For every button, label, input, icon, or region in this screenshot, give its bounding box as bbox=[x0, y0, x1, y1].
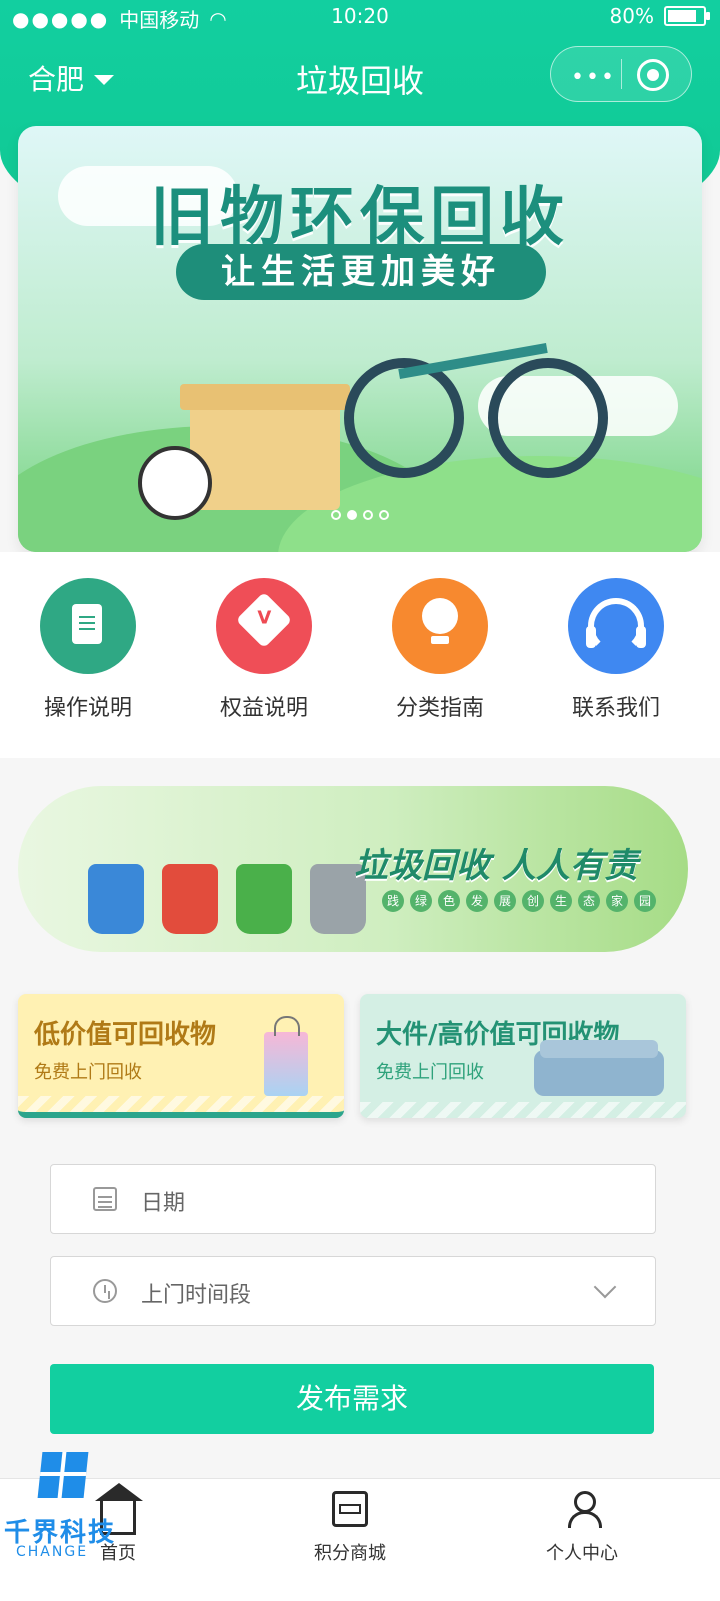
carousel-dot[interactable] bbox=[363, 510, 373, 520]
carousel-dot-active[interactable] bbox=[347, 510, 357, 520]
time-slot-placeholder: 上门时间段 bbox=[141, 1283, 252, 1308]
date-field[interactable]: 日期 bbox=[50, 1164, 656, 1234]
shortcut-instructions[interactable]: 操作说明 bbox=[18, 578, 158, 722]
banner-carousel[interactable]: 旧物环保回收 让生活更加美好 bbox=[18, 126, 702, 552]
recycle-box-illustration bbox=[180, 384, 350, 510]
shortcut-label: 联系我们 bbox=[571, 696, 660, 721]
bicycle-wheel bbox=[488, 358, 608, 478]
watermark-logo-icon bbox=[37, 1452, 89, 1498]
slogan-subtitle: 践 绿 色 发 展 创 生 态 家 园 bbox=[382, 890, 656, 912]
close-target-icon[interactable] bbox=[637, 59, 669, 91]
more-icon[interactable]: ••• bbox=[571, 65, 616, 90]
shortcut-benefits[interactable]: 权益说明 bbox=[194, 578, 334, 722]
watermark-subtext: CHANGE bbox=[16, 1544, 89, 1560]
low-value-recyclables-card[interactable]: 低价值可回收物 免费上门回收 bbox=[18, 994, 344, 1118]
store-icon bbox=[332, 1491, 368, 1527]
publish-request-button[interactable]: 发布需求 bbox=[50, 1364, 654, 1434]
battery-level: 80% bbox=[609, 4, 654, 28]
calendar-icon bbox=[93, 1187, 117, 1211]
carousel-dot[interactable] bbox=[331, 510, 341, 520]
card-stripe bbox=[360, 1102, 686, 1118]
slogan-char: 生 bbox=[550, 890, 572, 912]
slogan-char: 态 bbox=[578, 890, 600, 912]
tab-points-mall[interactable]: 积分商城 bbox=[290, 1491, 410, 1565]
date-placeholder: 日期 bbox=[141, 1191, 186, 1216]
tab-label: 个人中心 bbox=[546, 1543, 618, 1564]
tab-label: 积分商城 bbox=[314, 1543, 386, 1564]
chevron-down-icon bbox=[593, 1275, 617, 1299]
carousel-dot[interactable] bbox=[379, 510, 389, 520]
card-stripe bbox=[18, 1096, 344, 1112]
nav-bar: 合肥 垃圾回收 ••• bbox=[0, 40, 720, 110]
slogan-char: 家 bbox=[606, 890, 628, 912]
soccer-ball-illustration bbox=[138, 446, 212, 520]
slogan-char: 发 bbox=[466, 890, 488, 912]
tab-profile[interactable]: 个人中心 bbox=[522, 1491, 642, 1565]
recyclable-bin bbox=[88, 864, 144, 934]
slogan-char: 园 bbox=[634, 890, 656, 912]
shortcut-grid: 操作说明 权益说明 分类指南 联系我们 bbox=[0, 552, 720, 758]
kitchen-bin bbox=[236, 864, 292, 934]
clock-icon bbox=[93, 1279, 117, 1303]
hazardous-bin bbox=[162, 864, 218, 934]
trash-bins-illustration bbox=[88, 864, 366, 934]
slogan-char: 践 bbox=[382, 890, 404, 912]
battery-icon bbox=[664, 6, 710, 26]
slogan-title: 垃圾回收 人人有责 bbox=[354, 846, 638, 886]
watermark: 千界科技 CHANGE bbox=[0, 1452, 140, 1600]
shopping-bag-icon bbox=[264, 1016, 308, 1096]
mini-program-capsule: ••• bbox=[550, 46, 692, 102]
sofa-icon bbox=[534, 1040, 664, 1096]
high-value-recyclables-card[interactable]: 大件/高价值可回收物 免费上门回收 bbox=[360, 994, 686, 1118]
shortcut-label: 操作说明 bbox=[43, 696, 132, 721]
slogan-char: 绿 bbox=[410, 890, 432, 912]
lightbulb-icon bbox=[392, 578, 488, 674]
slogan-char: 展 bbox=[494, 890, 516, 912]
carousel-indicator bbox=[18, 510, 702, 520]
time-slot-select[interactable]: 上门时间段 bbox=[50, 1256, 656, 1326]
card-subtitle: 免费上门回收 bbox=[376, 1062, 484, 1083]
slogan-char: 创 bbox=[522, 890, 544, 912]
person-icon bbox=[564, 1491, 602, 1528]
slogan-char: 色 bbox=[438, 890, 460, 912]
badge-icon bbox=[216, 578, 312, 674]
shortcut-sorting-guide[interactable]: 分类指南 bbox=[370, 578, 510, 722]
shortcut-label: 分类指南 bbox=[395, 696, 484, 721]
slogan-banner: 垃圾回收 人人有责 践 绿 色 发 展 创 生 态 家 园 bbox=[18, 786, 688, 952]
shortcut-contact-us[interactable]: 联系我们 bbox=[546, 578, 686, 722]
document-icon bbox=[40, 578, 136, 674]
shortcut-label: 权益说明 bbox=[219, 696, 308, 721]
status-bar: ●●●●● 中国移动 ◠ 10:20 80% bbox=[0, 0, 720, 36]
headset-icon bbox=[568, 578, 664, 674]
card-subtitle: 免费上门回收 bbox=[34, 1062, 142, 1083]
card-title: 低价值可回收物 bbox=[34, 1020, 217, 1050]
capsule-divider bbox=[621, 59, 622, 89]
banner-subtitle: 让生活更加美好 bbox=[176, 244, 546, 300]
